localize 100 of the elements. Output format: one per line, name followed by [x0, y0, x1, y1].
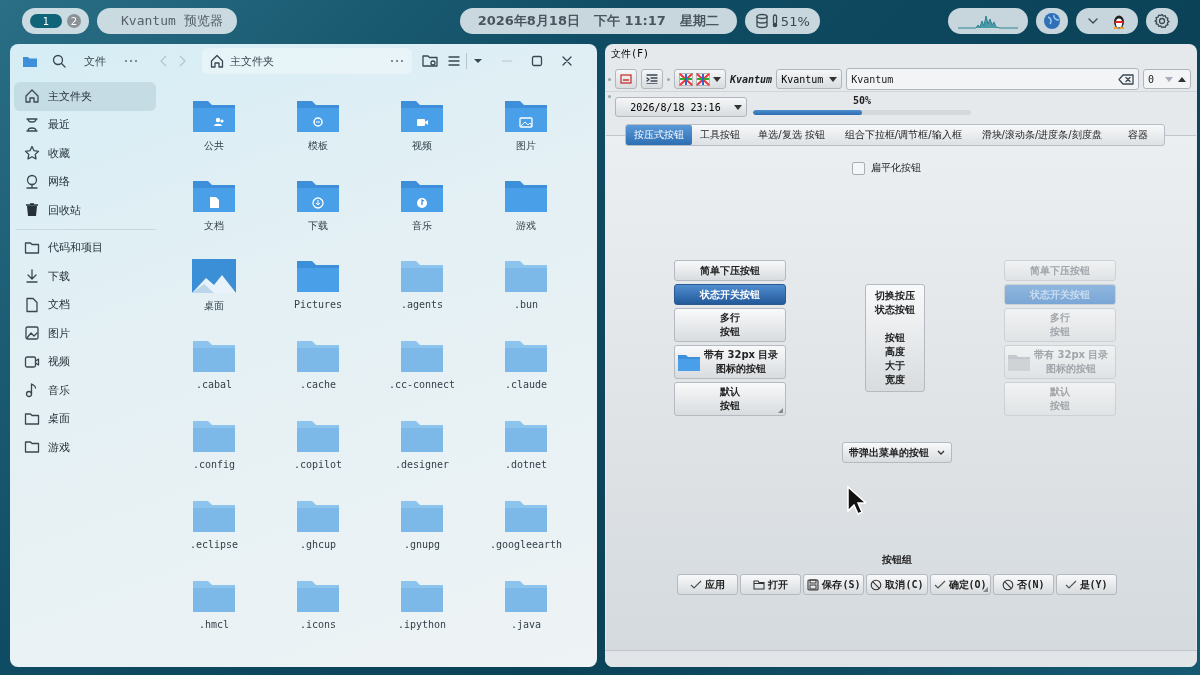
active-window-title[interactable]: Kvantum 预览器: [97, 8, 237, 34]
file-name[interactable]: 模板: [308, 139, 328, 153]
toolbar-handle[interactable]: [608, 77, 611, 81]
push-button[interactable]: 切换按压 状态按钮 按钮 高度 大于 宽度: [865, 284, 925, 392]
sidebar-item[interactable]: 收藏: [14, 139, 156, 168]
toolbar-button[interactable]: [615, 69, 637, 89]
file-name[interactable]: 游戏: [516, 219, 536, 233]
file-name[interactable]: .config: [192, 459, 236, 470]
file-name[interactable]: .designer: [394, 459, 450, 470]
file-name[interactable]: .cache: [299, 379, 337, 390]
hourglass-icon: [24, 116, 40, 133]
dialog-button[interactable]: 否(N): [992, 574, 1054, 595]
folder-icon[interactable]: [22, 54, 38, 68]
file-name[interactable]: .gnupg: [403, 539, 441, 550]
checkbox-label[interactable]: 扁平化按钮: [870, 161, 921, 175]
file-name[interactable]: Pictures: [293, 299, 343, 310]
push-button[interactable]: 简单下压按钮: [674, 260, 786, 281]
search-icon[interactable]: [52, 54, 66, 68]
maximize-icon[interactable]: [531, 55, 543, 67]
file-name[interactable]: .dotnet: [504, 459, 548, 470]
dialog-button[interactable]: 确定(O): [929, 574, 991, 595]
file-name[interactable]: .icons: [299, 619, 337, 630]
sidebar-item[interactable]: 音乐: [14, 376, 156, 405]
push-button[interactable]: 默认 按钮: [674, 382, 786, 416]
file-name[interactable]: .agents: [400, 299, 444, 310]
more-icon[interactable]: [390, 59, 404, 63]
dropdown-icon[interactable]: [473, 58, 483, 64]
dialog-button[interactable]: 是(Y): [1055, 574, 1117, 595]
file-name[interactable]: .ghcup: [299, 539, 337, 550]
sidebar-item[interactable]: 主文件夹: [14, 82, 156, 111]
more-icon[interactable]: [124, 59, 138, 63]
file-name[interactable]: 文档: [204, 219, 224, 233]
file-name[interactable]: 下载: [308, 219, 328, 233]
file-name[interactable]: 视频: [412, 139, 432, 153]
file-name[interactable]: .copilot: [293, 459, 343, 470]
file-name[interactable]: .googleearth: [489, 539, 563, 550]
tab[interactable]: 按压式按钮: [626, 125, 693, 145]
sidebar-item[interactable]: 回收站: [14, 196, 156, 225]
sidebar-item[interactable]: 桌面: [14, 404, 156, 433]
dialog-button[interactable]: 打开: [740, 574, 802, 595]
clock-pill[interactable]: 2026年8月18日 下午 11:17 星期二: [459, 8, 737, 34]
tab[interactable]: 容器: [1111, 125, 1164, 145]
tray-button[interactable]: [1036, 8, 1068, 34]
file-name[interactable]: .java: [510, 619, 542, 630]
sidebar-item[interactable]: 网络: [14, 167, 156, 196]
dialog-button[interactable]: 保存(S): [803, 574, 865, 595]
push-button[interactable]: 状态开关按钮: [674, 284, 786, 305]
system-monitor-pill[interactable]: [948, 8, 1028, 34]
file-name[interactable]: 桌面: [204, 299, 224, 313]
icon-combo-box[interactable]: [674, 69, 726, 89]
sidebar-item[interactable]: 文档: [14, 290, 156, 319]
file-name[interactable]: .bun: [513, 299, 539, 310]
toolbar-handle[interactable]: [608, 95, 611, 98]
cancel-icon: [1001, 578, 1014, 591]
folder-search-icon[interactable]: [422, 54, 438, 68]
dialog-button[interactable]: 应用: [677, 574, 739, 595]
sidebar-item[interactable]: 下载: [14, 262, 156, 291]
clear-icon[interactable]: [1118, 73, 1134, 85]
tab[interactable]: 组合下拉框/调节框/输入框: [834, 125, 972, 145]
list-view-icon[interactable]: [448, 56, 460, 66]
file-name[interactable]: .eclipse: [189, 539, 239, 550]
file-name[interactable]: .hmcl: [198, 619, 230, 630]
spin-box[interactable]: 0: [1143, 69, 1191, 89]
sidebar-item[interactable]: 视频: [14, 347, 156, 376]
push-button[interactable]: 多行 按钮: [674, 308, 786, 342]
file-name[interactable]: .ipython: [397, 619, 447, 630]
close-icon[interactable]: [561, 55, 573, 67]
up-arrow-icon[interactable]: [1178, 76, 1186, 82]
status-pill[interactable]: 51%: [744, 8, 820, 34]
file-name[interactable]: .claude: [504, 379, 548, 390]
workspace-button[interactable]: 1: [30, 14, 62, 28]
resize-grip-icon: [778, 408, 783, 413]
path-bar[interactable]: 主文件夹: [202, 48, 412, 74]
toolbar-button[interactable]: [641, 69, 663, 89]
file-menu-button[interactable]: 文件: [80, 51, 110, 71]
tab[interactable]: 单选/复选 按钮: [748, 125, 835, 145]
push-button[interactable]: 带有 32px 目录 图标的按钮: [674, 345, 786, 379]
file-name[interactable]: .cabal: [195, 379, 233, 390]
checkbox[interactable]: [851, 161, 865, 175]
popup-menu-button[interactable]: 带弹出菜单的按钮: [842, 442, 952, 463]
toolbar-handle[interactable]: [667, 77, 670, 81]
file-name[interactable]: 图片: [516, 139, 536, 153]
line-edit[interactable]: Kvantum: [846, 68, 1139, 90]
file-name[interactable]: 公共: [204, 139, 224, 153]
sidebar-item[interactable]: 游戏: [14, 433, 156, 462]
sidebar-item[interactable]: 代码和项目: [14, 233, 156, 262]
sidebar-item[interactable]: 最近: [14, 110, 156, 139]
video-icon: [24, 353, 40, 370]
tab[interactable]: 滑块/滚动条/进度条/刻度盘: [971, 125, 1112, 145]
tab[interactable]: 工具按钮: [692, 125, 749, 145]
combo-box[interactable]: Kvantum: [776, 69, 843, 89]
dialog-button[interactable]: 取消(C): [866, 574, 928, 595]
file-name[interactable]: .cc-connect: [388, 379, 456, 390]
tray-pill[interactable]: [1076, 8, 1138, 34]
date-text: 2026年8月18日: [477, 12, 580, 30]
file-name[interactable]: 音乐: [412, 219, 432, 233]
sidebar-item[interactable]: 图片: [14, 319, 156, 348]
menu-item[interactable]: 文件(F): [605, 44, 656, 62]
settings-button[interactable]: [1146, 8, 1178, 34]
date-time-field[interactable]: 2026/8/18 23:16: [615, 97, 747, 117]
